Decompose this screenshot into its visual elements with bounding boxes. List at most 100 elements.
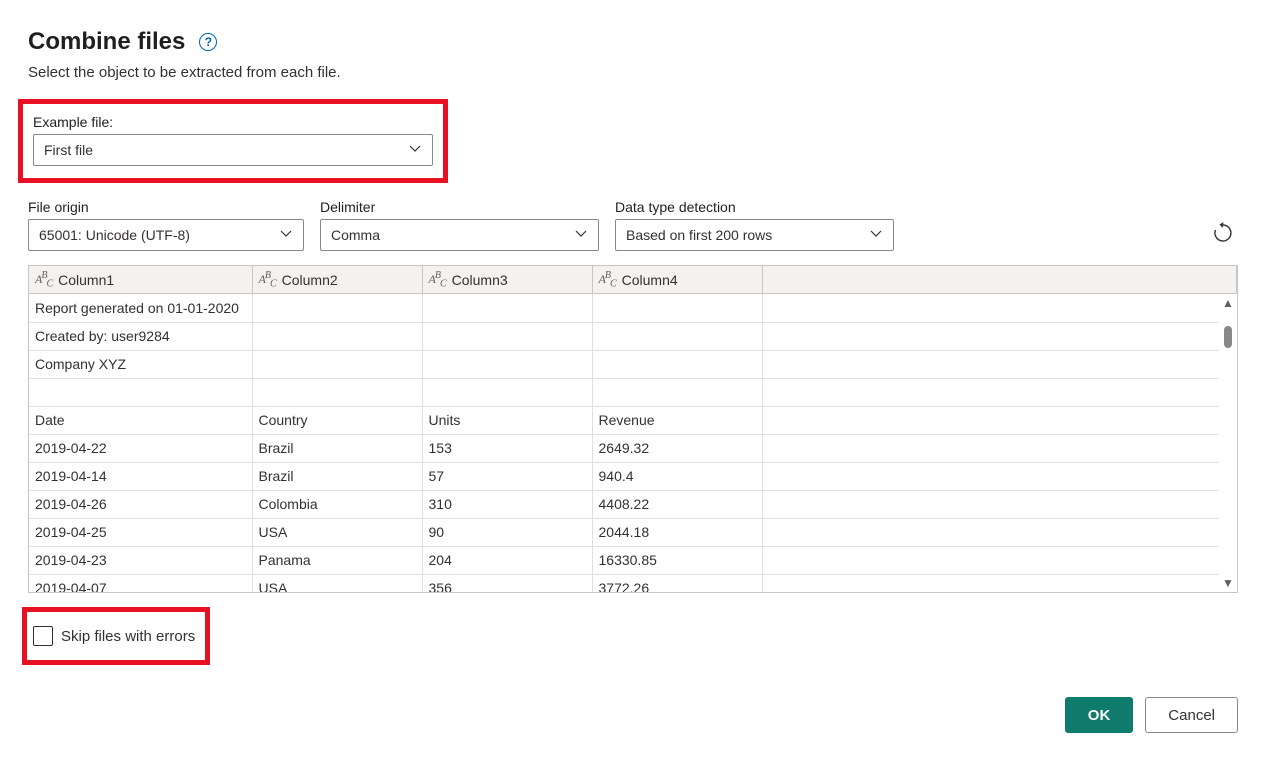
table-row: 2019-04-23Panama20416330.85 (29, 546, 1237, 574)
table-cell-blank (762, 462, 1237, 490)
table-cell: 3772.26 (592, 574, 762, 592)
scroll-thumb[interactable] (1224, 326, 1232, 348)
table-cell: Units (422, 406, 592, 434)
table-row: Report generated on 01-01-2020 (29, 294, 1237, 322)
table-cell-blank (762, 574, 1237, 592)
table-cell: 310 (422, 490, 592, 518)
text-type-icon: ABC (599, 270, 616, 289)
table-row: 2019-04-14Brazil57940.4 (29, 462, 1237, 490)
skip-files-highlight: Skip files with errors (22, 607, 210, 665)
file-origin-label: File origin (28, 199, 304, 215)
table-row: 2019-04-25USA902044.18 (29, 518, 1237, 546)
table-cell (592, 378, 762, 406)
column-header-blank (762, 266, 1237, 294)
table-cell: USA (252, 574, 422, 592)
table-row: 2019-04-26Colombia3104408.22 (29, 490, 1237, 518)
chevron-down-icon (869, 227, 883, 244)
example-file-label: Example file: (33, 114, 433, 130)
table-cell: 153 (422, 434, 592, 462)
table-row: 2019-04-22Brazil1532649.32 (29, 434, 1237, 462)
table-cell (252, 322, 422, 350)
table-cell: Colombia (252, 490, 422, 518)
table-row: Created by: user9284 (29, 322, 1237, 350)
cancel-button[interactable]: Cancel (1145, 697, 1238, 733)
table-cell: 16330.85 (592, 546, 762, 574)
table-cell: Country (252, 406, 422, 434)
table-cell: Report generated on 01-01-2020 (29, 294, 252, 322)
table-cell: 2019-04-23 (29, 546, 252, 574)
column-header[interactable]: ABCColumn4 (592, 266, 762, 294)
vertical-scrollbar[interactable]: ▲ ▼ (1219, 294, 1237, 592)
chevron-down-icon (574, 227, 588, 244)
datatype-dropdown[interactable]: Based on first 200 rows (615, 219, 894, 251)
table-cell: 204 (422, 546, 592, 574)
page-subtitle: Select the object to be extracted from e… (28, 64, 1238, 81)
delimiter-dropdown[interactable]: Comma (320, 219, 599, 251)
table-cell (592, 294, 762, 322)
help-icon[interactable]: ? (199, 33, 217, 51)
text-type-icon: ABC (259, 270, 276, 289)
table-cell-blank (762, 546, 1237, 574)
table-cell-blank (762, 406, 1237, 434)
table-cell: USA (252, 518, 422, 546)
column-header[interactable]: ABCColumn2 (252, 266, 422, 294)
table-cell (422, 294, 592, 322)
table-cell: 2019-04-25 (29, 518, 252, 546)
table-cell (29, 378, 252, 406)
table-cell: 356 (422, 574, 592, 592)
table-cell: 2044.18 (592, 518, 762, 546)
table-cell-blank (762, 378, 1237, 406)
table-cell (422, 350, 592, 378)
table-cell-blank (762, 490, 1237, 518)
table-cell: 2649.32 (592, 434, 762, 462)
table-cell-blank (762, 434, 1237, 462)
table-cell: Brazil (252, 434, 422, 462)
table-cell: 2019-04-07 (29, 574, 252, 592)
table-cell: Panama (252, 546, 422, 574)
skip-files-checkbox[interactable] (33, 626, 53, 646)
table-row: DateCountryUnitsRevenue (29, 406, 1237, 434)
refresh-icon[interactable] (1212, 222, 1232, 242)
table-row: 2019-04-07USA3563772.26 (29, 574, 1237, 592)
datatype-value: Based on first 200 rows (626, 227, 772, 243)
table-cell: 90 (422, 518, 592, 546)
scroll-up-icon[interactable]: ▲ (1222, 296, 1234, 310)
table-cell (422, 322, 592, 350)
table-cell (252, 378, 422, 406)
table-cell: 2019-04-26 (29, 490, 252, 518)
delimiter-label: Delimiter (320, 199, 599, 215)
table-cell: Company XYZ (29, 350, 252, 378)
table-cell (252, 350, 422, 378)
table-row: Company XYZ (29, 350, 1237, 378)
ok-button[interactable]: OK (1065, 697, 1134, 733)
example-file-value: First file (44, 142, 93, 158)
skip-files-label: Skip files with errors (61, 628, 195, 645)
delimiter-value: Comma (331, 227, 380, 243)
chevron-down-icon (279, 227, 293, 244)
preview-table: ABCColumn1 ABCColumn2 ABCColumn3 ABCColu… (28, 265, 1238, 593)
column-header[interactable]: ABCColumn3 (422, 266, 592, 294)
table-cell-blank (762, 350, 1237, 378)
table-cell: Brazil (252, 462, 422, 490)
table-cell: 4408.22 (592, 490, 762, 518)
table-cell-blank (762, 518, 1237, 546)
example-file-highlight: Example file: First file (18, 99, 448, 183)
table-cell: 2019-04-22 (29, 434, 252, 462)
table-cell: Revenue (592, 406, 762, 434)
file-origin-value: 65001: Unicode (UTF-8) (39, 227, 190, 243)
table-cell: Date (29, 406, 252, 434)
table-row (29, 378, 1237, 406)
table-cell (252, 294, 422, 322)
table-cell-blank (762, 294, 1237, 322)
table-cell (592, 350, 762, 378)
datatype-label: Data type detection (615, 199, 894, 215)
scroll-down-icon[interactable]: ▼ (1222, 576, 1234, 590)
table-cell: 940.4 (592, 462, 762, 490)
table-cell (422, 378, 592, 406)
column-header[interactable]: ABCColumn1 (29, 266, 252, 294)
chevron-down-icon (408, 142, 422, 159)
table-cell (592, 322, 762, 350)
file-origin-dropdown[interactable]: 65001: Unicode (UTF-8) (28, 219, 304, 251)
example-file-dropdown[interactable]: First file (33, 134, 433, 166)
text-type-icon: ABC (35, 270, 52, 289)
